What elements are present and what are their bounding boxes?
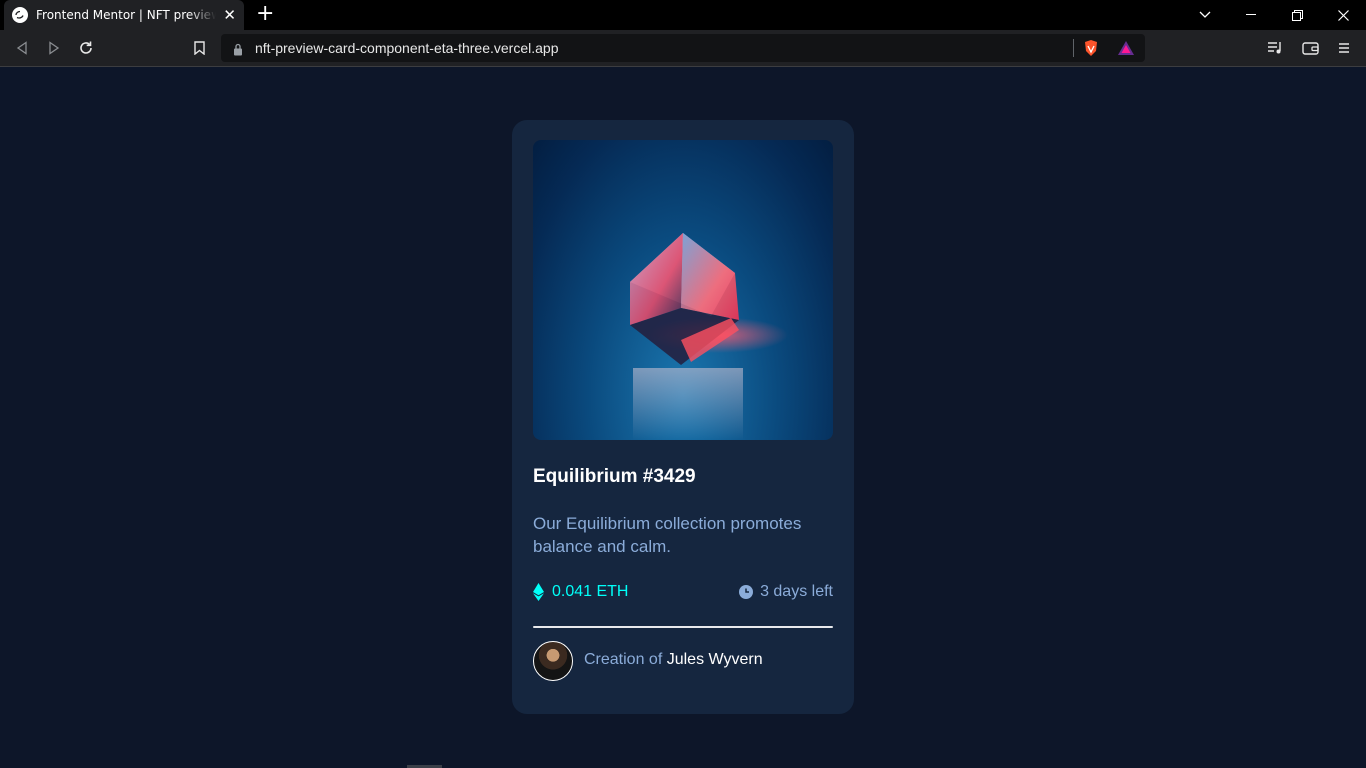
new-tab-button[interactable]: + [256,3,274,25]
restore-button[interactable] [1274,0,1320,30]
browser-toolbar: nft-preview-card-component-eta-three.ver… [0,30,1366,66]
tab-title: Frontend Mentor | NFT preview card compo… [36,8,216,22]
reload-button[interactable] [76,38,96,58]
close-window-button[interactable] [1320,0,1366,30]
address-bar[interactable]: nft-preview-card-component-eta-three.ver… [221,34,1145,62]
price-value: 0.041 ETH [552,583,629,600]
media-playlist-icon[interactable] [1265,38,1285,58]
card-title[interactable]: Equilibrium #3429 [533,466,696,488]
bookmark-icon[interactable] [189,38,209,58]
url-separator [1073,39,1074,57]
tab-strip: Frontend Mentor | NFT preview card compo… [0,0,1366,30]
clock-icon [739,585,754,599]
lock-icon [233,41,243,60]
favicon-icon [12,7,28,23]
menu-icon[interactable] [1334,38,1354,58]
price: 0.041 ETH [533,583,628,601]
tab-search-icon[interactable] [1182,0,1228,30]
forward-button[interactable] [44,38,64,58]
minimize-button[interactable] [1228,0,1274,30]
card-description: Our Equilibrium collection promotes bala… [533,514,802,556]
cube-illustration [630,233,788,440]
back-button[interactable] [12,38,32,58]
creator-label: Creation of [584,651,663,668]
time-left: 3 days left [739,583,833,601]
browser-tab[interactable]: Frontend Mentor | NFT preview card compo… [4,0,244,30]
brave-shields-icon[interactable] [1083,39,1099,61]
time-left-value: 3 days left [760,583,833,600]
creator-name-link[interactable]: Jules Wyvern [667,651,763,668]
creator-line: Creation of Jules Wyvern [584,651,763,669]
chrome-divider [0,66,1366,67]
wallet-icon[interactable] [1300,38,1320,58]
nft-card: Equilibrium #3429 Our Equilibrium collec… [512,120,854,714]
card-divider [533,626,833,628]
tab-close-icon[interactable]: ✕ [223,7,236,23]
url-text: nft-preview-card-component-eta-three.ver… [255,40,559,56]
brave-rewards-icon[interactable] [1117,40,1135,60]
ethereum-icon [533,583,544,601]
equilibrium-image[interactable] [533,140,833,440]
avatar [533,641,573,681]
